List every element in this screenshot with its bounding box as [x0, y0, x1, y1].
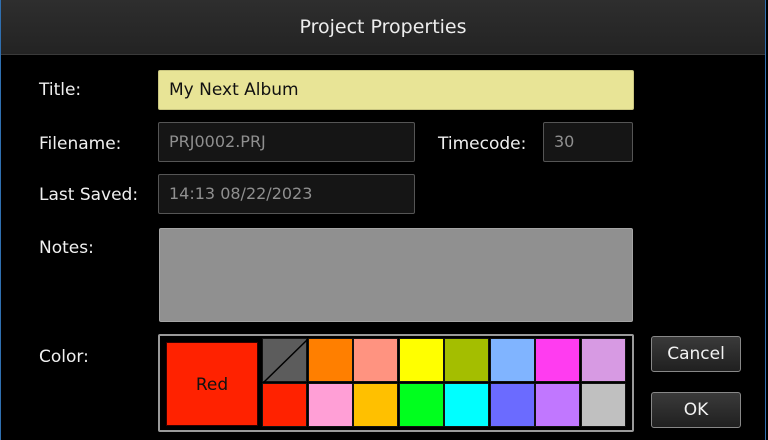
filename-label: Filename: — [39, 134, 122, 154]
filename-field: PRJ0002.PRJ — [158, 122, 415, 162]
color-swatch[interactable] — [353, 383, 398, 427]
color-label: Color: — [39, 347, 89, 367]
color-swatch[interactable] — [580, 338, 626, 382]
color-swatch[interactable] — [262, 383, 307, 427]
timecode-label: Timecode: — [438, 134, 527, 154]
color-swatch[interactable] — [307, 383, 353, 427]
color-swatch[interactable] — [489, 383, 535, 427]
no-color-swatch[interactable] — [262, 338, 308, 383]
selected-color-swatch[interactable]: Red — [166, 342, 258, 426]
timecode-field: 30 — [543, 122, 633, 162]
color-palette: Red — [158, 334, 634, 432]
color-swatch[interactable] — [398, 338, 444, 382]
ok-button[interactable]: OK — [651, 392, 741, 428]
notes-label: Notes: — [39, 238, 94, 258]
last-saved-label: Last Saved: — [39, 185, 139, 205]
notes-textarea[interactable] — [159, 228, 633, 322]
color-swatch[interactable] — [444, 338, 489, 382]
color-swatch[interactable] — [535, 383, 580, 427]
last-saved-field: 14:13 08/22/2023 — [158, 174, 415, 214]
color-swatch[interactable] — [398, 383, 444, 427]
title-input[interactable]: My Next Album — [158, 70, 634, 110]
color-swatch[interactable] — [444, 383, 489, 427]
project-properties-dialog: Project Properties Title: My Next Album … — [0, 0, 766, 440]
no-color-icon — [263, 339, 308, 383]
color-swatch[interactable] — [535, 338, 580, 382]
cancel-button[interactable]: Cancel — [651, 336, 741, 372]
dialog-title: Project Properties — [1, 0, 765, 55]
color-swatch[interactable] — [307, 338, 353, 382]
color-swatch[interactable] — [489, 338, 535, 382]
color-swatch[interactable] — [353, 338, 398, 382]
title-label: Title: — [39, 80, 82, 100]
color-swatch[interactable] — [580, 383, 626, 427]
